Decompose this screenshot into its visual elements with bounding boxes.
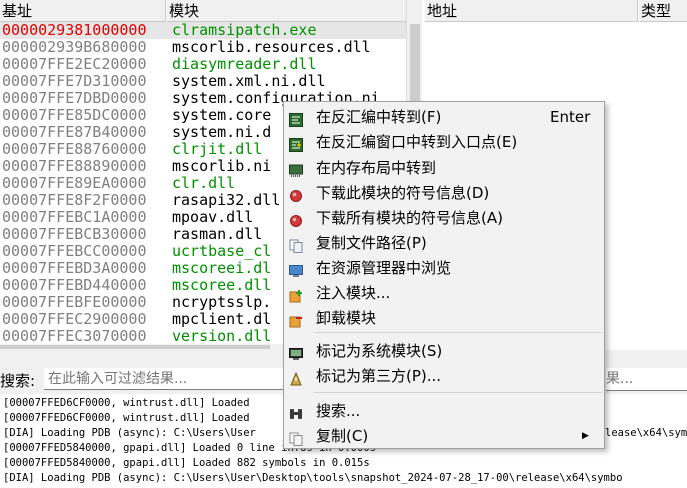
menu-item-system-module[interactable]: 标记为系统模块(S)	[284, 339, 604, 364]
menu-item-unload[interactable]: 卸载模块	[284, 306, 604, 331]
table-row[interactable]: 00007FFE7D310000 system.xml.ni.dll	[0, 73, 406, 90]
module-base-address: 00007FFE88890000	[2, 157, 147, 175]
search-label: 搜索:	[0, 372, 36, 390]
inject-icon	[289, 286, 303, 303]
menu-separator	[314, 332, 602, 333]
module-name: system.xml.ni.dll	[172, 72, 326, 90]
module-base-address: 00007FFE7DBD0000	[2, 89, 147, 107]
module-base-address: 00007FFEC3070000	[2, 327, 147, 345]
table-row[interactable]: 00007FFE2EC20000 diasymreader.dll	[0, 56, 406, 73]
menu-item-label: 复制文件路径(P)	[316, 234, 427, 252]
menu-item-label: 在反汇编窗口中转到入口点(E)	[316, 133, 518, 151]
log-line: [DIA] Loading PDB (async): C:\Users\User…	[3, 472, 623, 484]
module-name: mpoav.dll	[172, 208, 254, 226]
system-module-icon	[289, 344, 303, 360]
module-name: clrjit.dll	[172, 140, 263, 158]
menu-item-label: 下载此模块的符号信息(D)	[316, 184, 490, 202]
module-base-address: 00007FFEBCC00000	[2, 242, 147, 260]
menu-item-label: 标记为系统模块(S)	[316, 342, 443, 360]
module-base-address: 00007FFEBCB30000	[2, 225, 147, 243]
module-base-address: 000002939B680000	[2, 38, 147, 56]
search-input[interactable]	[44, 368, 324, 390]
submenu-arrow-icon: ▶	[582, 431, 589, 441]
module-base-address: 00007FFEBD3A0000	[2, 259, 147, 277]
menu-item-label: 复制(C)	[316, 427, 369, 445]
module-base-address: 00007FFEBD440000	[2, 276, 147, 294]
menu-item-label: 卸载模块	[316, 309, 377, 327]
third-party-icon	[289, 369, 303, 386]
unload-icon	[289, 311, 303, 328]
module-base-address: 00007FFE7D310000	[2, 72, 147, 90]
menu-item-label: 标记为第三方(P)...	[316, 367, 442, 385]
module-name: diasymreader.dll	[172, 55, 317, 73]
disassembly-icon	[289, 110, 303, 127]
menu-item-copy-path[interactable]: 复制文件路径(P)	[284, 231, 604, 256]
column-header-address[interactable]: 地址	[425, 0, 638, 22]
module-name: ncryptsslp.	[172, 293, 272, 311]
module-base-address: 00007FFE85DC0000	[2, 106, 147, 124]
table-row[interactable]: 0000029381000000 clramsipatch.exe	[0, 22, 406, 39]
menu-item-shortcut: Enter	[550, 108, 591, 126]
module-name: system.core	[172, 106, 272, 124]
explorer-icon	[289, 261, 303, 277]
binoculars-icon	[289, 404, 303, 419]
module-name: mpclient.dl	[172, 310, 272, 328]
module-base-address: 00007FFEBFE00000	[2, 293, 147, 311]
download-symbol-icon	[289, 186, 303, 202]
module-base-address: 00007FFEC2900000	[2, 310, 147, 328]
menu-item-third-party[interactable]: 标记为第三方(P)...	[284, 364, 604, 389]
menu-separator	[314, 392, 602, 393]
download-all-symbols-icon	[289, 211, 303, 227]
module-base-address: 0000029381000000	[2, 21, 147, 39]
menu-item-inject[interactable]: 注入模块...	[284, 281, 604, 306]
module-name: rasman.dll	[172, 225, 263, 243]
menu-item-entry-point[interactable]: 在反汇编窗口中转到入口点(E)	[284, 130, 604, 155]
column-header-base[interactable]: 基址	[0, 0, 166, 22]
scrollbar-thumb[interactable]	[0, 345, 270, 349]
module-name: mscorlib.resources.dll	[172, 38, 371, 56]
symbol-search-input[interactable]: 果...	[606, 368, 687, 391]
column-header-type[interactable]: 类型	[639, 0, 687, 22]
context-menu[interactable]: 在反汇编中转到(F) Enter 在反汇编窗口中转到入口点(E) 在内存布局中转到下载…	[283, 101, 605, 449]
menu-item-copy[interactable]: 复制(C) ▶	[284, 424, 604, 449]
module-name: mscoree.dll	[172, 276, 272, 294]
module-name: system.ni.d	[172, 123, 272, 141]
module-base-address: 00007FFE8F2F0000	[2, 191, 147, 209]
module-base-address: 00007FFE87B40000	[2, 123, 147, 141]
menu-item-label: 下载所有模块的符号信息(A)	[316, 209, 503, 227]
module-name: clramsipatch.exe	[172, 21, 317, 39]
menu-item-label: 注入模块...	[316, 284, 391, 302]
module-name: ucrtbase_cl	[172, 242, 272, 260]
menu-item-label: 在资源管理器中浏览	[316, 259, 452, 277]
module-name: mscorlib.ni	[172, 157, 272, 175]
table-row[interactable]: 000002939B680000 mscorlib.resources.dll	[0, 39, 406, 56]
module-name: version.dll	[172, 327, 272, 345]
module-name: mscoreei.dl	[172, 259, 272, 277]
menu-item-label: 在反汇编中转到(F)	[316, 108, 442, 126]
menu-item-disassembly[interactable]: 在反汇编中转到(F) Enter	[284, 105, 604, 130]
menu-item-download-symbol[interactable]: 下载此模块的符号信息(D)	[284, 181, 604, 206]
menu-item-label: 搜索...	[316, 402, 361, 420]
module-base-address: 00007FFEBC1A0000	[2, 208, 147, 226]
menu-item-memory-map[interactable]: 在内存布局中转到	[284, 156, 604, 181]
copy-path-icon	[289, 236, 303, 253]
module-name: rasapi32.dll	[172, 191, 281, 209]
menu-item-label: 在内存布局中转到	[316, 159, 437, 177]
memory-map-icon	[289, 161, 303, 177]
log-line: [00007FFED5840000, gpapi.dll] Loaded 882…	[3, 457, 370, 469]
column-header-module[interactable]: 模块	[167, 0, 406, 22]
menu-item-explorer[interactable]: 在资源管理器中浏览	[284, 256, 604, 281]
entry-point-icon	[289, 135, 303, 152]
menu-item-download-all-symbols[interactable]: 下载所有模块的符号信息(A)	[284, 206, 604, 231]
copy-icon	[289, 429, 303, 446]
module-base-address: 00007FFE89EA0000	[2, 174, 147, 192]
log-line-tail: lease\x64\symbo	[605, 427, 687, 439]
menu-item-binoculars[interactable]: 搜索...	[284, 399, 604, 424]
module-base-address: 00007FFE2EC20000	[2, 55, 147, 73]
module-name: clr.dll	[172, 174, 236, 192]
module-base-address: 00007FFE88760000	[2, 140, 147, 158]
